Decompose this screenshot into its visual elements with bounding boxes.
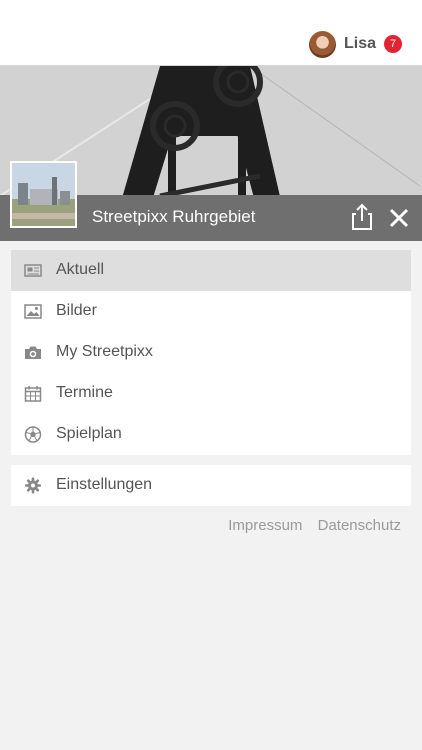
newspaper-icon [24, 262, 42, 279]
notification-badge[interactable]: 7 [384, 35, 402, 53]
site-title: Streetpixx Ruhrgebiet [92, 207, 256, 226]
datenschutz-link[interactable]: Datenschutz [318, 517, 401, 534]
soccer-ball-icon [24, 426, 42, 443]
menu-item-spielplan[interactable]: Spielplan [11, 414, 411, 455]
impressum-link[interactable]: Impressum [228, 517, 302, 534]
main-menu: Aktuell Bilder My Streetpixx Termine Spi… [11, 250, 411, 455]
user-name[interactable]: Lisa [344, 35, 376, 53]
close-icon[interactable] [386, 205, 412, 231]
menu-item-label: Aktuell [56, 261, 105, 278]
site-thumbnail[interactable] [10, 161, 77, 228]
user-menu[interactable]: Lisa 7 [308, 29, 402, 59]
menu-item-label: Spielplan [56, 425, 122, 442]
menu-item-label: My Streetpixx [56, 343, 153, 360]
menu-item-my-streetpixx[interactable]: My Streetpixx [11, 332, 411, 373]
top-bar: Lisa 7 [0, 0, 422, 66]
user-avatar[interactable] [308, 30, 336, 58]
menu-item-label: Bilder [56, 302, 97, 319]
menu-item-label: Einstellungen [56, 476, 153, 493]
menu-item-label: Termine [56, 384, 113, 401]
menu-item-termine[interactable]: Termine [11, 373, 411, 414]
calendar-icon [24, 385, 42, 402]
menu-item-einstellungen[interactable]: Einstellungen [11, 465, 411, 506]
footer-links: Impressum Datenschutz [217, 517, 401, 534]
camera-icon [24, 344, 42, 361]
image-icon [24, 303, 42, 320]
gear-icon [24, 477, 42, 494]
menu-item-aktuell[interactable]: Aktuell [11, 250, 411, 291]
menu-item-bilder[interactable]: Bilder [11, 291, 411, 332]
settings-menu: Einstellungen [11, 465, 411, 506]
share-icon[interactable] [349, 203, 375, 231]
